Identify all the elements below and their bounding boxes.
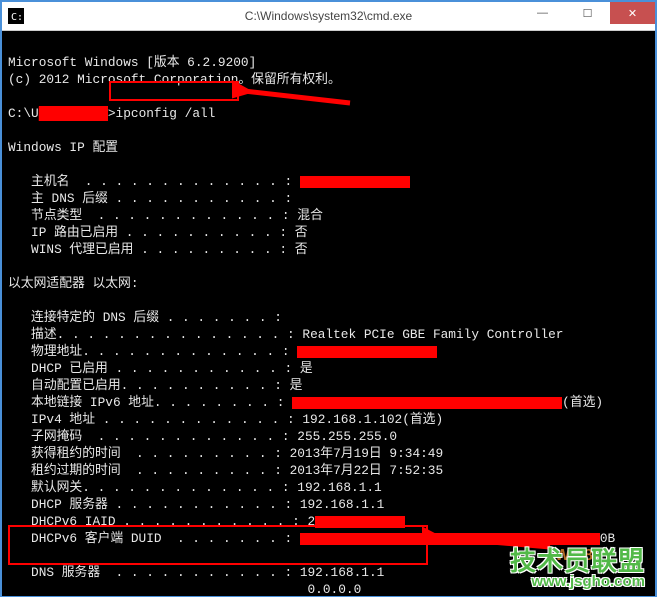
config-row: 物理地址. . . . . . . . . . . . . : bbox=[8, 343, 651, 360]
window-controls: — ☐ ✕ bbox=[520, 2, 655, 24]
config-row: IP 路由已启用 . . . . . . . . . . : 否 bbox=[8, 224, 651, 241]
config-row: 主机名 . . . . . . . . . . . . . : bbox=[8, 173, 651, 190]
config-row: DHCPv6 IAID . . . . . . . . . . . : 2 bbox=[8, 513, 651, 530]
config-row: DHCP 服务器 . . . . . . . . . . . : 192.168… bbox=[8, 496, 651, 513]
config-row: 租约过期的时间 . . . . . . . . . : 2013年7月22日 7… bbox=[8, 462, 651, 479]
window-title: C:\Windows\system32\cmd.exe bbox=[245, 9, 412, 23]
ip-config-title: Windows IP 配置 bbox=[8, 140, 118, 155]
config-row: 描述. . . . . . . . . . . . . . . : Realte… bbox=[8, 326, 651, 343]
minimize-button[interactable]: — bbox=[520, 2, 565, 24]
close-button[interactable]: ✕ bbox=[610, 2, 655, 24]
config-row: WINS 代理已启用 . . . . . . . . . : 否 bbox=[8, 241, 651, 258]
redacted-value bbox=[300, 533, 600, 545]
redacted-value bbox=[300, 176, 410, 188]
prompt-line: C:\U█████████>ipconfig /all bbox=[8, 106, 215, 121]
maximize-button[interactable]: ☐ bbox=[565, 2, 610, 24]
config-row: IPv4 地址 . . . . . . . . . . . . : 192.16… bbox=[8, 411, 651, 428]
config-row: 自动配置已启用. . . . . . . . . . : 是 bbox=[8, 377, 651, 394]
config-row: 主 DNS 后缀 . . . . . . . . . . . : bbox=[8, 190, 651, 207]
svg-text:C:: C: bbox=[11, 12, 23, 23]
ip-config-block: 主机名 . . . . . . . . . . . . . : 主 DNS 后缀… bbox=[8, 173, 651, 258]
config-row: 本地链接 IPv6 地址. . . . . . . . : (首选) bbox=[8, 394, 651, 411]
config-row: 默认网关. . . . . . . . . . . . . : 192.168.… bbox=[8, 479, 651, 496]
header-line-1: Microsoft Windows [版本 6.2.9200] bbox=[8, 55, 256, 70]
watermark-url: www.jsgho.com bbox=[531, 573, 645, 590]
adapter-block: 连接特定的 DNS 后缀 . . . . . . . : 描述. . . . .… bbox=[8, 309, 651, 547]
adapter-title: 以太网适配器 以太网: bbox=[8, 276, 139, 291]
cmd-icon: C: bbox=[8, 8, 24, 24]
header-line-2: (c) 2012 Microsoft Corporation。保留所有权利。 bbox=[8, 72, 341, 87]
dns-line-2: 0.0.0.0 bbox=[8, 582, 361, 596]
dns-line-1: DNS 服务器 . . . . . . . . . . . : 192.168.… bbox=[8, 565, 384, 580]
redacted-value bbox=[292, 397, 562, 409]
terminal-output[interactable]: Microsoft Windows [版本 6.2.9200] (c) 2012… bbox=[2, 31, 655, 596]
config-row: 获得租约的时间 . . . . . . . . . : 2013年7月19日 9… bbox=[8, 445, 651, 462]
redacted-value bbox=[297, 346, 437, 358]
config-row: 节点类型 . . . . . . . . . . . . : 混合 bbox=[8, 207, 651, 224]
config-row: 子网掩码 . . . . . . . . . . . . : 255.255.2… bbox=[8, 428, 651, 445]
config-row: DHCPv6 客户端 DUID . . . . . . . : 0B bbox=[8, 530, 651, 547]
config-row: 连接特定的 DNS 后缀 . . . . . . . : bbox=[8, 309, 651, 326]
titlebar[interactable]: C: C:\Windows\system32\cmd.exe — ☐ ✕ bbox=[2, 2, 655, 31]
command-text: ipconfig /all bbox=[116, 106, 216, 121]
watermark-brand: 技术员联盟 bbox=[510, 553, 645, 570]
cmd-window: C: C:\Windows\system32\cmd.exe — ☐ ✕ Mic… bbox=[0, 0, 657, 597]
redacted-value bbox=[315, 516, 405, 528]
config-row: DHCP 已启用 . . . . . . . . . . . : 是 bbox=[8, 360, 651, 377]
